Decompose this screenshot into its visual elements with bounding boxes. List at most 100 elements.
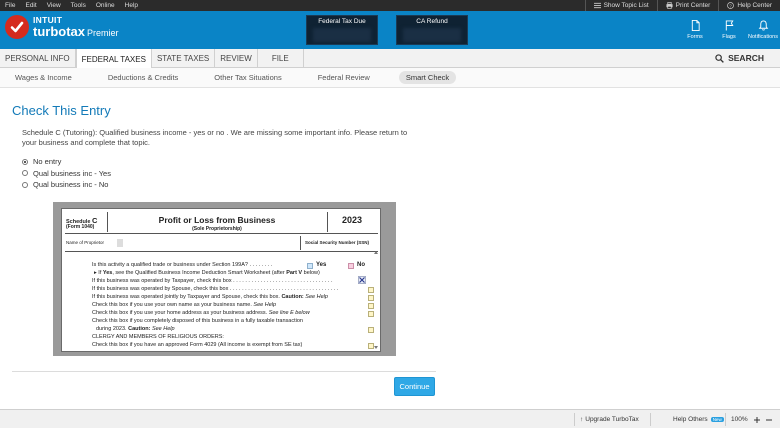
federal-tax-due-label: Federal Tax Due (318, 18, 366, 25)
ca-refund-box[interactable]: CA Refund (396, 15, 468, 45)
svg-text:?: ? (730, 3, 733, 8)
forms-button[interactable]: Forms (678, 11, 712, 49)
radio-label-qual-yes: Qual business inc - Yes (33, 168, 111, 178)
tab-state-taxes[interactable]: STATE TAXES (152, 49, 216, 67)
subnav-federal-review[interactable]: Federal Review (311, 71, 377, 84)
jointly-operated-line: If this business was operated jointly by… (92, 294, 328, 300)
tab-federal-taxes[interactable]: FEDERAL TAXES (75, 49, 152, 69)
form-scrollbar[interactable] (374, 251, 378, 349)
main-tabs: PERSONAL INFO FEDERAL TAXES STATE TAXES … (0, 49, 780, 69)
show-topic-list-label: Show Topic List (603, 2, 649, 9)
scroll-up-arrow-icon[interactable] (374, 251, 378, 254)
forms-icon (691, 20, 700, 31)
logo-text: INTUIT turbotax Premier (33, 16, 119, 38)
radio-button-qual-yes[interactable] (22, 170, 28, 177)
printer-icon (666, 2, 673, 9)
qbi-no-checkbox[interactable] (348, 263, 354, 269)
form-rule (65, 251, 378, 252)
menu-tools[interactable]: Tools (66, 2, 91, 9)
menu-online[interactable]: Online (91, 2, 120, 9)
print-center-link[interactable]: Print Center (656, 0, 719, 11)
checkmark-logo-icon (5, 15, 29, 39)
help-center-link[interactable]: ? Help Center (718, 0, 780, 11)
upgrade-turbotax-link[interactable]: ↑ Upgrade TurboTax (580, 416, 639, 423)
federal-tax-due-box[interactable]: Federal Tax Due (306, 15, 378, 45)
subnav-wages-income[interactable]: Wages & Income (8, 71, 79, 84)
help-others-label: Help Others (673, 416, 708, 423)
federal-tax-due-amount-hidden (313, 28, 371, 42)
disposed-line-1: Check this box if you completely dispose… (92, 318, 303, 324)
disposed-see-help: See Help (150, 326, 175, 332)
menu-help[interactable]: Help (120, 2, 143, 9)
search-button[interactable]: SEARCH (715, 49, 780, 67)
search-label: SEARCH (728, 53, 764, 63)
radio-label-no-entry: No entry (33, 157, 62, 167)
scroll-down-arrow-icon[interactable] (374, 346, 378, 349)
logo-turbotax-word: turbotax (33, 23, 85, 39)
window-menubar: File Edit View Tools Online Help Show To… (0, 0, 780, 11)
form-year: 2023 (341, 215, 363, 225)
qbi-question-line: Is this activity a qualified trade or bu… (92, 262, 273, 268)
form-subtitle: (Sole Proprietorship) (192, 226, 242, 232)
subnav-deductions-credits[interactable]: Deductions & Credits (101, 71, 185, 84)
upgrade-arrow-icon: ↑ (580, 416, 584, 423)
search-icon (715, 53, 724, 63)
forms-label: Forms (687, 34, 703, 40)
header-icon-group: Forms Flags Notifications (678, 11, 780, 49)
zoom-out-icon[interactable] (765, 417, 772, 423)
disposed-text: during 2023. (96, 326, 129, 332)
flag-icon (725, 20, 734, 31)
qbi-note-part-v: Part V (286, 270, 303, 276)
menu-edit[interactable]: Edit (20, 2, 41, 9)
radio-button-no-entry[interactable] (22, 158, 28, 165)
help-others-link[interactable]: Help Others New (673, 416, 724, 423)
zoom-control[interactable]: 100% (731, 416, 772, 423)
ca-refund-amount-hidden (403, 28, 461, 42)
radio-button-qual-no[interactable] (22, 181, 28, 188)
tab-review[interactable]: REVIEW (215, 49, 258, 67)
footer-divider (650, 413, 651, 426)
own-name-line: Check this box if you use your own name … (92, 302, 276, 308)
form-ssn-divider (300, 236, 301, 250)
menu-view[interactable]: View (42, 2, 66, 9)
spouse-operated-line: If this business was operated by Spouse,… (92, 286, 339, 292)
tab-personal-info[interactable]: PERSONAL INFO (0, 49, 76, 67)
page-title: Check This Entry (12, 103, 111, 118)
radio-option-no-entry[interactable]: No entry (22, 156, 111, 168)
footer-divider (574, 413, 575, 426)
taxpayer-checked-x-icon[interactable] (358, 276, 366, 284)
subnav-other-tax-situations[interactable]: Other Tax Situations (207, 71, 288, 84)
zoom-in-icon[interactable] (753, 416, 760, 423)
jointly-caution: Caution: (281, 294, 304, 300)
qbi-note-middle: , see the Qualified Business Income Dedu… (112, 270, 287, 276)
tab-file[interactable]: FILE (258, 49, 304, 67)
help-center-label: Help Center (737, 2, 772, 9)
form-rule (65, 233, 378, 234)
qbi-yes-checkbox[interactable] (307, 263, 313, 269)
jointly-text: If this business was operated jointly by… (92, 294, 282, 300)
sub-navigation: Wages & Income Deductions & Credits Othe… (0, 68, 780, 88)
ssn-label: Social Security Number (SSN) (305, 240, 370, 245)
form-header-divider (107, 212, 108, 232)
radio-option-qual-no[interactable]: Qual business inc - No (22, 179, 111, 191)
subnav-smart-check[interactable]: Smart Check (398, 71, 457, 84)
show-topic-list-link[interactable]: Show Topic List (584, 0, 657, 11)
menu-file[interactable]: File (0, 2, 20, 9)
flags-button[interactable]: Flags (712, 11, 746, 49)
menubar-right-links: Show Topic List Print Center ? Help Cent… (584, 0, 780, 11)
qbi-note-end: below) (302, 270, 320, 276)
own-name-text: Check this box if you use your own name … (92, 302, 254, 308)
ca-refund-label: CA Refund (416, 18, 448, 25)
new-badge: New (710, 417, 724, 422)
logo-edition: Premier (87, 27, 119, 38)
radio-option-qual-yes[interactable]: Qual business inc - Yes (22, 168, 111, 180)
bell-icon (758, 20, 768, 31)
form-4029-line: Check this box if you have an approved F… (92, 342, 303, 348)
notifications-button[interactable]: Notifications (746, 11, 780, 49)
upgrade-label: Upgrade TurboTax (585, 416, 639, 423)
own-name-help: See Help (253, 302, 277, 308)
continue-button[interactable]: Continue (394, 377, 435, 396)
notifications-label: Notifications (748, 34, 778, 40)
clergy-heading: CLERGY AND MEMBERS OF RELIGIOUS ORDERS: (92, 334, 224, 340)
error-description: Schedule C (Tutoring): Qualified busines… (22, 128, 408, 147)
